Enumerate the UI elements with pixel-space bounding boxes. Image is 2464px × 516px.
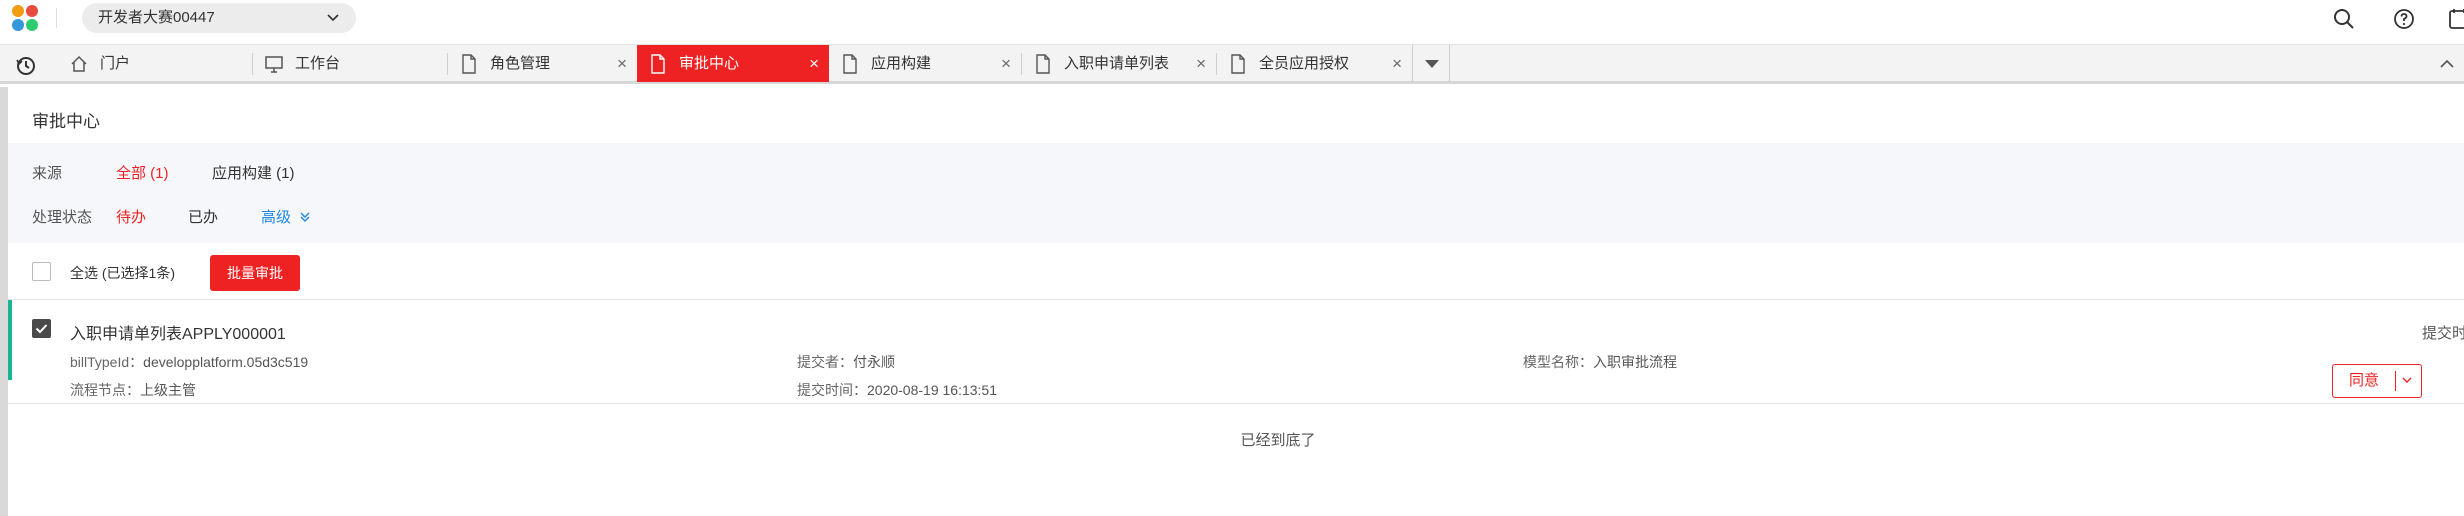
chevron-up-icon[interactable] bbox=[2438, 55, 2456, 73]
item-flow-node: 流程节点：上级主管 bbox=[70, 380, 196, 400]
doc-icon bbox=[1036, 54, 1050, 74]
org-select[interactable]: 开发者大赛00447 bbox=[82, 3, 356, 33]
tab-label: 全员应用授权 bbox=[1259, 55, 1350, 72]
filter-status-todo[interactable]: 待办 bbox=[116, 206, 146, 227]
list-toolbar: 全选 (已选择1条) 批量审批 bbox=[8, 243, 2464, 300]
filter-status-label: 处理状态 bbox=[32, 209, 93, 226]
tab-role-management[interactable]: 角色管理 × bbox=[448, 45, 637, 82]
tab-workbench[interactable]: 工作台 bbox=[253, 45, 447, 82]
filter-source-all[interactable]: 全部 (1) bbox=[116, 162, 169, 183]
search-icon[interactable] bbox=[2332, 7, 2356, 31]
item-submitter: 提交者：付永顺 bbox=[797, 352, 895, 372]
tab-app-build[interactable]: 应用构建 × bbox=[829, 45, 1021, 82]
item-flow-node-value: 上级主管 bbox=[140, 382, 196, 398]
tab-label: 审批中心 bbox=[679, 55, 740, 72]
item-model-name: 模型名称：入职审批流程 bbox=[1523, 352, 1677, 372]
item-submitter-key: 提交者： bbox=[797, 354, 853, 370]
close-icon[interactable]: × bbox=[617, 45, 627, 82]
list-end-text: 已经到底了 bbox=[1240, 432, 1316, 449]
doc-icon bbox=[651, 54, 665, 74]
select-all-label: 全选 (已选择1条) bbox=[70, 265, 175, 281]
chevron-down-icon bbox=[326, 3, 340, 43]
left-strip bbox=[0, 87, 8, 516]
tab-label: 入职申请单列表 bbox=[1064, 55, 1170, 72]
batch-approve-button[interactable]: 批量审批 bbox=[210, 255, 300, 291]
filter-area: 来源 全部 (1) 应用构建 (1) 处理状态 待办 已办 高级 bbox=[8, 143, 2464, 243]
check-icon bbox=[35, 324, 48, 334]
item-model-name-key: 模型名称： bbox=[1523, 354, 1593, 370]
history-icon[interactable] bbox=[14, 54, 38, 78]
caret-down-icon bbox=[1425, 60, 1439, 68]
item-model-name-value: 入职审批流程 bbox=[1593, 354, 1677, 370]
close-icon[interactable]: × bbox=[809, 45, 819, 82]
item-bill-type: billTypeId：developplatform.05d3c519 bbox=[70, 352, 308, 372]
tab-approval-center[interactable]: 审批中心 × bbox=[637, 45, 829, 82]
close-icon[interactable]: × bbox=[1001, 45, 1011, 82]
select-all-checkbox[interactable] bbox=[32, 262, 51, 281]
tab-all-staff-auth[interactable]: 全员应用授权 × bbox=[1217, 45, 1412, 82]
doc-icon bbox=[843, 54, 857, 74]
item-submit-time: 提交时间：2020-08-19 16:13:51 bbox=[797, 380, 997, 400]
org-select-label: 开发者大赛00447 bbox=[98, 9, 215, 26]
doc-icon bbox=[462, 54, 476, 74]
item-flow-node-key: 流程节点： bbox=[70, 382, 140, 398]
agree-button-label: 同意 bbox=[2349, 372, 2380, 389]
monitor-icon bbox=[265, 56, 283, 73]
item-checkbox[interactable] bbox=[32, 319, 51, 338]
agree-button[interactable]: 同意 bbox=[2332, 364, 2422, 398]
tab-label: 角色管理 bbox=[490, 55, 551, 72]
close-icon[interactable]: × bbox=[1392, 45, 1402, 82]
approval-list-item[interactable]: 入职申请单列表APPLY000001 billTypeId：developpla… bbox=[8, 300, 2464, 404]
filter-status-done[interactable]: 已办 bbox=[188, 206, 218, 227]
tab-bar: 门户 工作台 角色管理 × 审批中心 × 应用构建 × 入职申请单列表 × 全员… bbox=[0, 44, 2464, 84]
tab-portal[interactable]: 门户 bbox=[58, 45, 252, 82]
divider bbox=[2395, 371, 2396, 391]
filter-advanced[interactable]: 高级 bbox=[261, 206, 311, 227]
item-title[interactable]: 入职申请单列表APPLY000001 bbox=[70, 320, 286, 344]
tab-label: 工作台 bbox=[295, 55, 341, 72]
filter-source-label: 来源 bbox=[32, 165, 63, 182]
divider bbox=[56, 8, 57, 28]
agree-dropdown-icon[interactable] bbox=[2401, 365, 2413, 409]
item-submit-time-header: 提交时 bbox=[2422, 325, 2464, 342]
item-accent-bar bbox=[8, 300, 12, 380]
tab-onboarding-list[interactable]: 入职申请单列表 × bbox=[1022, 45, 1216, 82]
double-chevron-down-icon bbox=[300, 212, 310, 222]
app-logo[interactable] bbox=[10, 3, 44, 33]
help-icon[interactable] bbox=[2392, 7, 2416, 31]
tab-label: 应用构建 bbox=[871, 55, 932, 72]
close-icon[interactable]: × bbox=[1196, 45, 1206, 82]
page-title: 审批中心 bbox=[32, 112, 100, 131]
item-submitter-value: 付永顺 bbox=[853, 354, 895, 370]
tab-label: 门户 bbox=[100, 55, 131, 72]
approval-center-page: 审批中心 来源 全部 (1) 应用构建 (1) 处理状态 待办 已办 高级 全选… bbox=[8, 87, 2464, 516]
filter-source-app-build[interactable]: 应用构建 (1) bbox=[212, 162, 295, 183]
item-bill-type-value: developplatform.05d3c519 bbox=[143, 354, 309, 370]
home-icon bbox=[71, 55, 87, 72]
item-bill-type-key: billTypeId： bbox=[70, 354, 144, 370]
calendar-icon[interactable] bbox=[2448, 7, 2464, 31]
doc-icon bbox=[1231, 54, 1245, 74]
filter-advanced-label: 高级 bbox=[261, 209, 292, 226]
item-submit-time-key: 提交时间： bbox=[797, 382, 867, 398]
tab-more-button[interactable] bbox=[1412, 45, 1450, 82]
item-submit-time-value: 2020-08-19 16:13:51 bbox=[867, 382, 997, 398]
top-bar: 开发者大赛00447 bbox=[0, 0, 2464, 38]
